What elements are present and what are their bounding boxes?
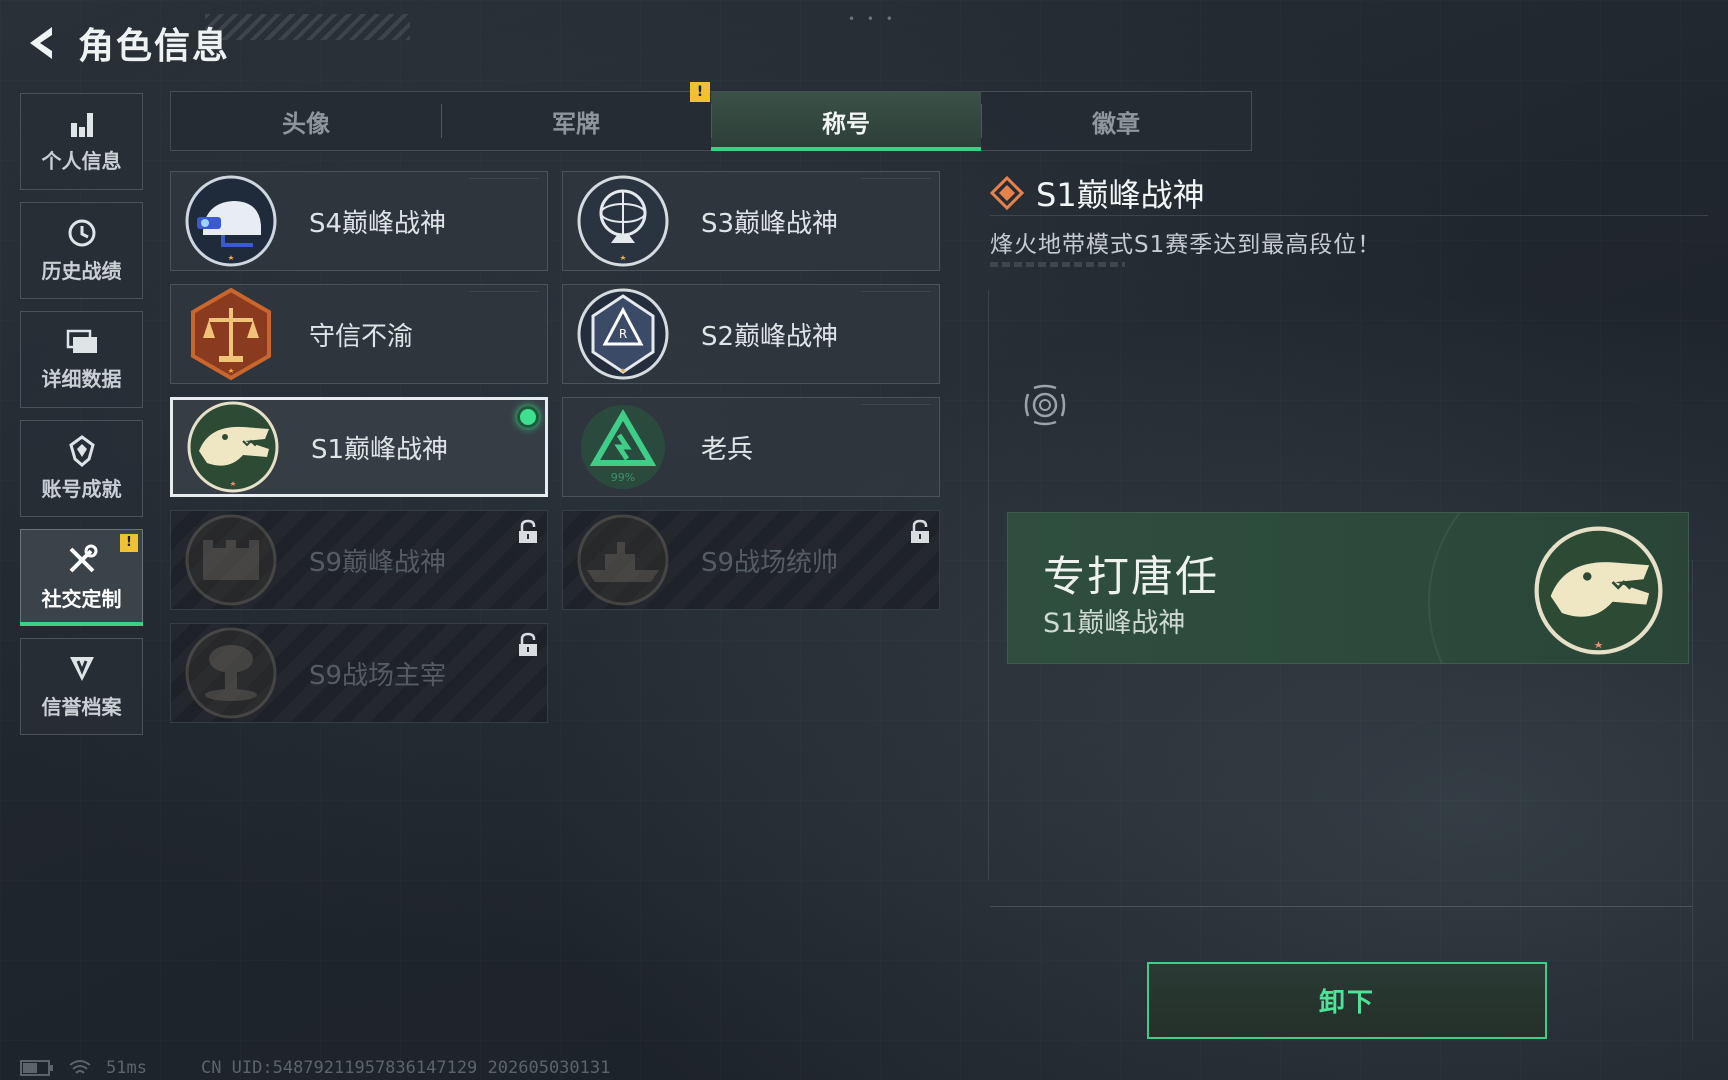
divider <box>990 215 1708 216</box>
sidebar: 个人信息 历史战绩 详细数据 账号成就 ! 社交定制 信誉档案 <box>20 93 143 747</box>
lock-icon <box>911 519 929 543</box>
sidebar-item-social-custom[interactable]: ! 社交定制 <box>20 529 143 626</box>
unequip-button[interactable]: 卸下 <box>1147 962 1547 1039</box>
user-uid: CN UID:54879211957836147129 202605030131 <box>200 1058 611 1078</box>
achievement-icon <box>68 435 95 467</box>
tab-avatar[interactable]: 头像 <box>171 92 441 150</box>
back-button[interactable] <box>20 21 60 65</box>
title-card-label: S3巅峰战神 <box>701 208 839 239</box>
title-card-label: S1巅峰战神 <box>311 434 449 465</box>
folder-icon <box>66 329 97 353</box>
page-title: 角色信息 <box>78 26 231 67</box>
veteran-emblem-text: 99% <box>611 471 635 484</box>
crocodile-emblem <box>1534 526 1663 655</box>
lock-icon <box>519 519 537 543</box>
title-card-veteran[interactable]: 99% 老兵 <box>562 397 940 497</box>
tab-badge[interactable]: 徽章 <box>981 92 1251 150</box>
title-card-label: S9巅峰战神 <box>309 547 447 578</box>
sidebar-item-label: 个人信息 <box>41 149 122 173</box>
title-card-label: 老兵 <box>701 434 754 465</box>
diamond-icon <box>990 176 1024 210</box>
mushroom-cloud-emblem <box>185 627 277 719</box>
target-icon[interactable] <box>1020 380 1070 430</box>
card-decoration <box>469 178 539 186</box>
scales-emblem <box>191 287 271 381</box>
title-card-s1[interactable]: S1巅峰战神 <box>170 397 548 497</box>
card-decoration <box>469 291 539 299</box>
title-card-label: S4巅峰战神 <box>309 208 447 239</box>
sidebar-item-credit[interactable]: 信誉档案 <box>20 638 143 735</box>
title-card-trustworthy[interactable]: 守信不渝 <box>170 284 548 384</box>
detail-header: S1巅峰战神 <box>990 170 1205 216</box>
sidebar-item-history[interactable]: 历史战绩 <box>20 202 143 299</box>
credit-icon <box>69 657 94 681</box>
title-card-s2[interactable]: R S2巅峰战神 <box>562 284 940 384</box>
frame-decoration <box>988 290 1000 880</box>
veteran-emblem: 99% <box>581 405 665 489</box>
preview-title: S1巅峰战神 <box>1043 608 1186 639</box>
notification-badge: ! <box>120 534 138 552</box>
s2-badge-emblem: R <box>577 288 669 380</box>
sidebar-item-label: 信誉档案 <box>41 695 122 719</box>
status-footer: 51ms CN UID:54879211957836147129 2026050… <box>20 1058 610 1078</box>
preview-player-name: 专打唐任 <box>1043 552 1220 601</box>
title-card-s4[interactable]: S4巅峰战神 <box>170 171 548 271</box>
sidebar-item-label: 社交定制 <box>41 587 122 611</box>
history-icon <box>68 219 95 247</box>
header: 角色信息 <box>20 18 230 68</box>
title-card-label: 守信不渝 <box>309 321 414 352</box>
crocodile-emblem <box>187 401 279 493</box>
handle-dots: • • • <box>848 12 897 26</box>
title-card-label: S9战场统帅 <box>701 547 839 578</box>
sidebar-item-label: 账号成就 <box>41 477 122 501</box>
card-decoration <box>861 404 931 412</box>
card-decoration <box>861 291 931 299</box>
detail-description: 烽火地带模式S1赛季达到最高段位！ <box>990 232 1382 258</box>
sidebar-item-achievements[interactable]: 账号成就 <box>20 420 143 517</box>
sidebar-item-personal-info[interactable]: 个人信息 <box>20 93 143 190</box>
card-decoration <box>861 178 931 186</box>
equipped-indicator <box>517 406 539 428</box>
title-preview-banner: 专打唐任 S1巅峰战神 <box>1007 512 1689 664</box>
wifi-icon <box>69 1060 91 1074</box>
description-decoration <box>990 262 1125 267</box>
title-card-label: S9战场主宰 <box>309 660 447 691</box>
category-tabs: 头像 军牌 称号 徽章 <box>170 91 1252 151</box>
divider <box>1692 560 1693 1040</box>
tools-icon <box>69 544 97 573</box>
detail-title: S1巅峰战神 <box>1036 176 1205 214</box>
title-card-s9-locked[interactable]: S9巅峰战神 <box>170 510 548 610</box>
tab-notification-badge: ! <box>690 82 710 102</box>
bar-chart-icon <box>70 113 93 137</box>
battery-icon <box>20 1060 53 1076</box>
s3-globe-emblem <box>577 175 669 267</box>
divider <box>990 906 1692 907</box>
s4-helmet-emblem <box>185 175 277 267</box>
sidebar-item-detail-data[interactable]: 详细数据 <box>20 311 143 408</box>
warship-emblem <box>577 514 669 606</box>
svg-text:R: R <box>619 327 627 341</box>
title-card-s9-commander-locked[interactable]: S9战场统帅 <box>562 510 940 610</box>
title-card-s3[interactable]: S3巅峰战神 <box>562 171 940 271</box>
sidebar-item-label: 历史战绩 <box>41 259 122 283</box>
unequip-label: 卸下 <box>1318 988 1375 1018</box>
back-arrow-icon <box>30 27 52 59</box>
title-card-s9-dominator-locked[interactable]: S9战场主宰 <box>170 623 548 723</box>
fortress-emblem <box>185 514 277 606</box>
sidebar-item-label: 详细数据 <box>41 367 122 391</box>
lock-icon <box>519 632 537 656</box>
title-card-label: S2巅峰战神 <box>701 321 839 352</box>
tab-dog-tag[interactable]: 军牌 <box>441 92 711 150</box>
tab-title[interactable]: 称号 <box>711 92 981 151</box>
ping-value: 51ms <box>106 1058 147 1078</box>
header-hatch-decoration <box>205 14 410 40</box>
